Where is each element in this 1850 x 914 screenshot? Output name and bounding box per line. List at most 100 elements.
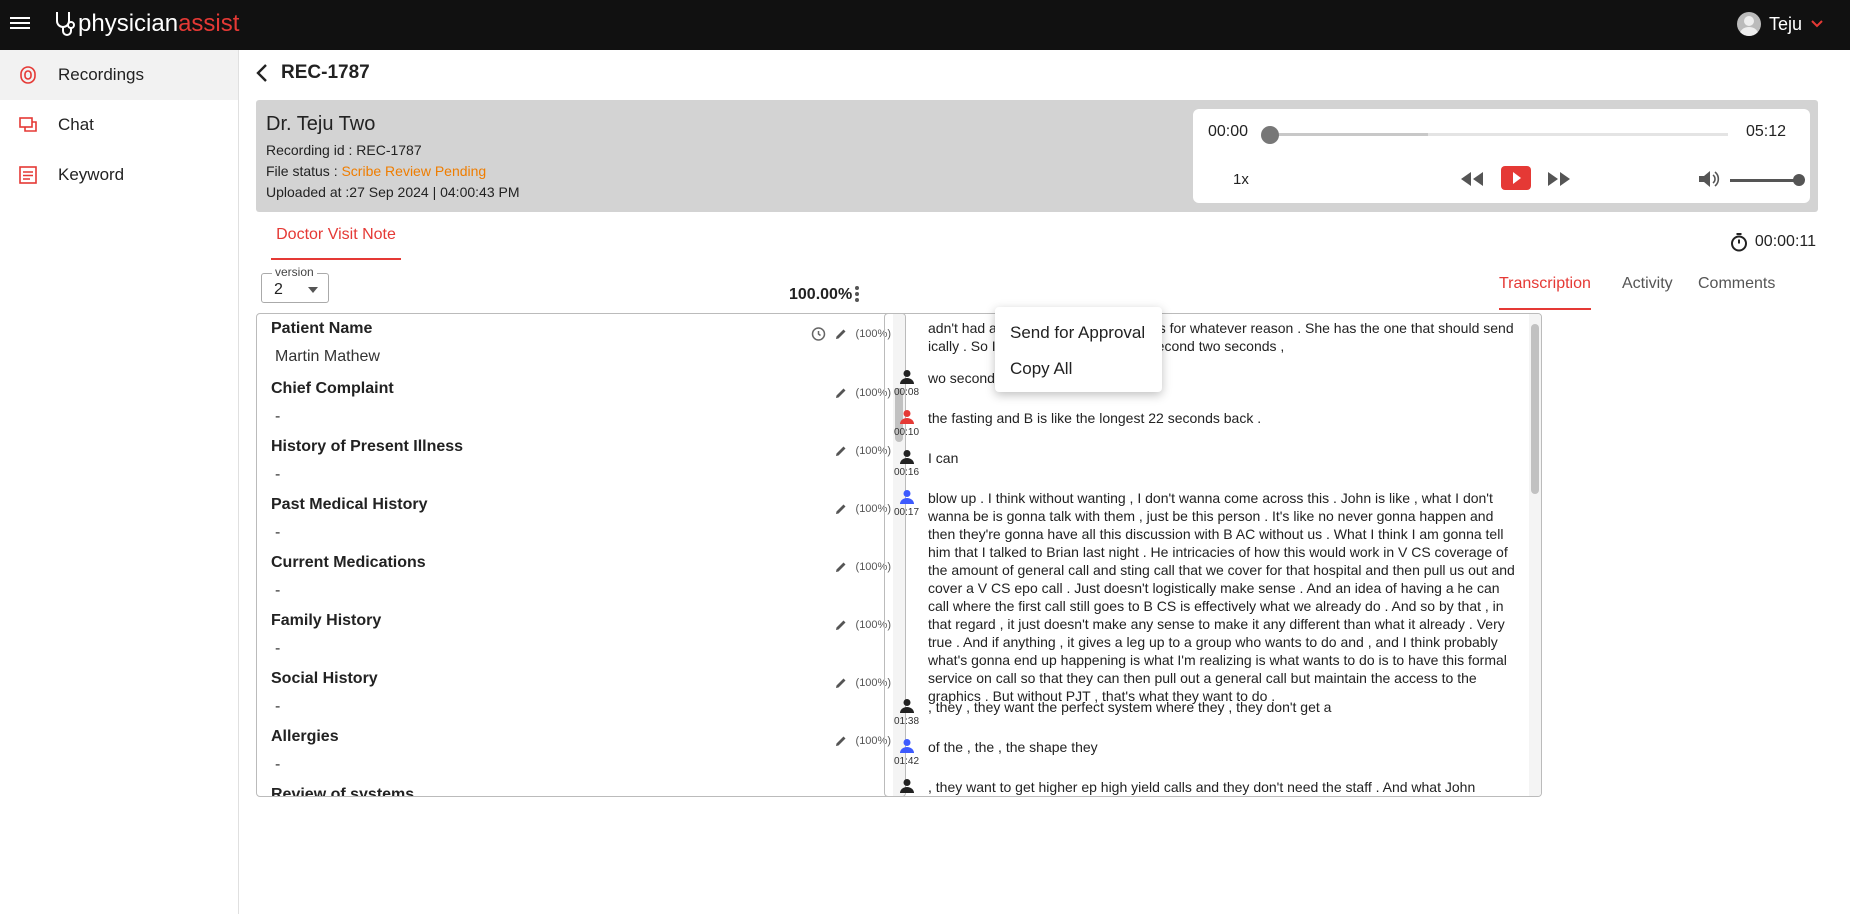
transcript-text: , they want to get higher ep high yield … [928, 779, 1476, 795]
seek-handle[interactable] [1261, 126, 1279, 144]
sidebar-item-keyword[interactable]: Keyword [0, 150, 238, 200]
section-value[interactable]: - [275, 408, 891, 426]
section-tools: (100%) [834, 618, 891, 632]
sidebar-item-label: Recordings [58, 65, 144, 84]
transcript-text: I can [928, 450, 959, 466]
user-name: Teju [1768, 13, 1802, 34]
section-history-present-illness: History of Present Illness - (100%) [271, 438, 891, 484]
visit-note-panel: Patient Name Martin Mathew (100%) Chief … [256, 313, 906, 797]
edit-icon[interactable] [834, 502, 848, 516]
uploaded-at: Uploaded at :27 Sep 2024 | 04:00:43 PM [266, 184, 520, 200]
section-value[interactable]: - [275, 524, 891, 542]
section-title: Social History [271, 670, 378, 687]
speaker [889, 319, 924, 355]
transcript-entry[interactable]: 00:10 the fasting and B is like the long… [889, 409, 1523, 438]
edit-icon[interactable] [834, 386, 848, 400]
sidebar-item-chat[interactable]: Chat [0, 100, 238, 150]
fast-forward-icon[interactable] [1545, 165, 1573, 193]
timer-value: 00:00:11 [1754, 233, 1816, 250]
transcript-scrollbar[interactable] [1529, 314, 1541, 796]
section-past-medical-history: Past Medical History - (100%) [271, 496, 891, 542]
edit-icon[interactable] [834, 444, 848, 458]
tab-activity[interactable]: Activity [1622, 275, 1673, 310]
main-content: REC-1787 Dr. Teju Two Recording id : REC… [239, 50, 1850, 914]
scrollbar-thumb[interactable] [1531, 324, 1539, 494]
section-value[interactable]: - [275, 698, 891, 716]
speaker-icon [899, 450, 914, 464]
timestamp: 00:17 [893, 507, 920, 518]
sidebar-item-recordings[interactable]: Recordings [0, 50, 238, 100]
edit-icon[interactable] [834, 676, 848, 690]
user-menu[interactable]: Teju [1736, 12, 1824, 36]
speaker-icon [899, 699, 914, 713]
send-for-approval-menu-item[interactable]: Send for Approval [995, 315, 1162, 351]
section-value[interactable]: - [275, 466, 891, 484]
transcript-entry[interactable]: adn't had any car link sent to you guys … [889, 319, 1523, 355]
speaker: 00:17 [889, 489, 924, 705]
speaker: 01:42 [889, 738, 924, 767]
speaker-icon [899, 490, 914, 504]
stethoscope-icon [56, 12, 75, 36]
edit-icon[interactable] [834, 734, 848, 748]
section-value[interactable]: - [275, 756, 891, 774]
transcript-entry[interactable]: 00:16 I can [889, 449, 1523, 478]
section-title: Past Medical History [271, 496, 428, 513]
section-value[interactable]: Martin Mathew [275, 348, 891, 366]
tab-transcription[interactable]: Transcription [1499, 275, 1591, 310]
section-title: Review of systems [271, 786, 415, 797]
section-value[interactable]: - [275, 582, 891, 600]
speaker-icon [899, 410, 914, 424]
edit-icon[interactable] [834, 560, 848, 574]
section-title: Family History [271, 612, 382, 629]
speaker: 00:08 [889, 369, 924, 398]
playback-speed-button[interactable]: 1x [1233, 171, 1249, 188]
current-time: 00:00 [1208, 123, 1249, 140]
section-patient-name: Patient Name Martin Mathew (100%) [271, 320, 891, 366]
version-label: version [272, 265, 317, 279]
transcript-entry[interactable]: , they want to get higher ep high yield … [889, 778, 1523, 796]
more-options-icon[interactable] [852, 284, 862, 306]
version-select[interactable]: version 2 [261, 265, 329, 303]
timestamp: 01:38 [893, 716, 920, 727]
tab-doctor-visit-note[interactable]: Doctor Visit Note [271, 226, 401, 260]
timestamp: 00:10 [893, 427, 920, 438]
avatar [1736, 12, 1761, 36]
timer-icon [1730, 233, 1747, 252]
tab-comments[interactable]: Comments [1698, 275, 1775, 310]
transcript-entry[interactable]: 00:08 wo seconds [889, 369, 1523, 398]
section-value[interactable]: - [275, 640, 891, 658]
section-chief-complaint: Chief Complaint - (100%) [271, 380, 891, 426]
app-logo[interactable]: physician assist [52, 10, 239, 38]
edit-icon[interactable] [834, 327, 848, 341]
transcript-entry[interactable]: 01:42 of the , the , the shape they [889, 738, 1523, 767]
transcript-text: of the , the , the shape they [928, 739, 1098, 755]
recordings-icon [20, 66, 36, 84]
sidebar-item-label: Keyword [58, 165, 125, 184]
speaker: 00:10 [889, 409, 924, 438]
seek-bar[interactable] [1268, 133, 1728, 136]
play-icon[interactable] [1500, 163, 1532, 193]
section-title: Chief Complaint [271, 380, 394, 397]
transcript-text: , they , they want the perfect system wh… [928, 699, 1332, 715]
back-arrow-icon[interactable] [255, 63, 269, 83]
doctor-name: Dr. Teju Two [266, 113, 376, 135]
speaker: 00:16 [889, 449, 924, 478]
volume-icon[interactable] [1697, 168, 1721, 190]
section-social-history: Social History - (100%) [271, 670, 891, 716]
section-family-history: Family History - (100%) [271, 612, 891, 658]
volume-slider[interactable] [1730, 179, 1800, 182]
menu-icon[interactable] [10, 14, 30, 34]
page-title: REC-1787 [281, 62, 370, 83]
buffer-bar [1268, 133, 1428, 136]
transcript-entry[interactable]: 01:38 , they , they want the perfect sys… [889, 698, 1523, 727]
edit-icon[interactable] [834, 618, 848, 632]
transcript-list: adn't had any car link sent to you guys … [885, 314, 1541, 796]
rewind-icon[interactable] [1458, 165, 1486, 193]
overall-percent: 100.00% [789, 286, 853, 303]
history-icon[interactable] [810, 326, 826, 342]
copy-all-menu-item[interactable]: Copy All [995, 351, 1162, 387]
caret-down-icon [308, 287, 318, 293]
transcript-entry[interactable]: 00:17 blow up . I think without wanting … [889, 489, 1523, 705]
page-header: REC-1787 [255, 62, 370, 84]
volume-handle[interactable] [1793, 174, 1805, 186]
